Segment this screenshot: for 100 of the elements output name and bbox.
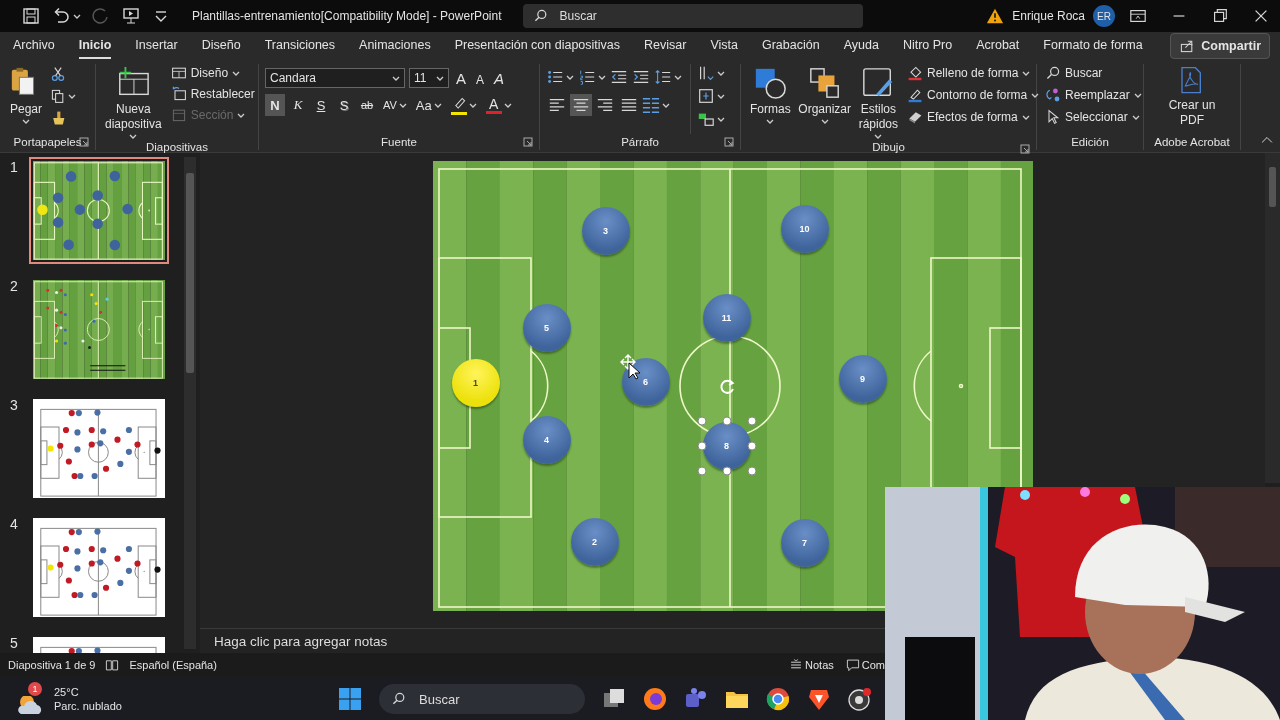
shield-icon[interactable] xyxy=(807,687,831,711)
align-text-button[interactable] xyxy=(697,87,725,105)
paste-button[interactable]: Pegar xyxy=(6,64,46,134)
shrink-font-button[interactable]: A xyxy=(473,69,488,87)
save-icon xyxy=(21,6,41,26)
font-size-field[interactable]: 11 xyxy=(409,68,449,88)
text-direction-button[interactable] xyxy=(697,64,725,82)
numbering-button[interactable] xyxy=(578,68,606,86)
dialog-launcher-icon[interactable] xyxy=(724,137,734,147)
browser-icon[interactable] xyxy=(766,687,790,711)
pen-icon xyxy=(907,87,924,103)
caret-icon xyxy=(717,93,725,99)
slide-number: 5 xyxy=(9,635,19,651)
group-label: Adobe Acrobat xyxy=(1154,136,1230,148)
format-button[interactable]: AV xyxy=(380,94,410,116)
format-button[interactable]: K xyxy=(288,94,308,116)
ribbon-tab[interactable]: Grabación xyxy=(761,33,820,59)
shape-format-button[interactable]: Contorno de forma xyxy=(905,86,1042,104)
format-button[interactable]: N xyxy=(265,94,285,116)
weather-condition[interactable]: Parc. nublado xyxy=(54,699,122,714)
caret-icon xyxy=(1021,114,1030,120)
scrollbar[interactable] xyxy=(184,157,196,649)
taskbar-search-box[interactable]: Buscar xyxy=(379,684,585,714)
slide-thumbnail[interactable] xyxy=(29,157,169,264)
center-icon xyxy=(572,96,590,114)
slide-menu-button[interactable]: Restablecer xyxy=(168,85,257,103)
font-name-field[interactable]: Candara xyxy=(265,68,405,88)
search-input[interactable]: Buscar xyxy=(557,8,864,24)
ribbon-tab[interactable]: Vista xyxy=(710,33,738,59)
recorder-icon[interactable] xyxy=(848,687,872,711)
user-name[interactable]: Enrique Roca xyxy=(1012,9,1085,23)
font-color-button[interactable]: A xyxy=(482,94,515,116)
selection-handles[interactable] xyxy=(696,416,757,476)
dialog-launcher-icon[interactable] xyxy=(79,137,89,147)
caret-icon xyxy=(1133,92,1142,98)
rotate-handle-icon[interactable] xyxy=(717,378,736,396)
bullets-button[interactable] xyxy=(546,68,574,86)
start-icon[interactable] xyxy=(338,687,362,711)
create-pdf-button[interactable]: Crear un PDF xyxy=(1152,64,1232,134)
new-slide-button[interactable]: Nueva diapositiva xyxy=(102,64,165,141)
align-button[interactable] xyxy=(570,94,592,116)
book-icon[interactable] xyxy=(105,658,120,672)
caret-icon xyxy=(717,70,725,76)
comments-button[interactable]: Com xyxy=(845,658,885,672)
ribbon-tab[interactable]: Revisar xyxy=(644,33,687,59)
indent-icon xyxy=(632,68,650,86)
search-input[interactable]: Buscar xyxy=(417,690,585,708)
line-spacing-button[interactable] xyxy=(654,68,682,86)
redo-icon xyxy=(91,6,111,26)
drawing-button[interactable]: Estilos rápidos xyxy=(855,64,902,141)
grow-font-button[interactable]: A xyxy=(453,69,469,87)
share-button[interactable]: Compartir xyxy=(1170,33,1270,59)
copy-button[interactable] xyxy=(50,88,76,104)
browser-icon[interactable] xyxy=(643,687,667,711)
columns-button[interactable] xyxy=(642,96,670,114)
ribbon-tab[interactable]: Archivo xyxy=(13,33,55,59)
editing-button[interactable]: Buscar xyxy=(1043,64,1144,82)
ribbon-tab[interactable]: Formato de forma xyxy=(1043,33,1143,59)
window-title: Plantillas-entrenamiento[Compatibility Mode] - PowerPoint xyxy=(192,9,502,23)
ribbon-tab[interactable]: Nitro Pro xyxy=(902,33,953,59)
caret-icon xyxy=(566,74,574,80)
copy-icon xyxy=(50,88,66,104)
slide-menu-button[interactable]: Diseño xyxy=(168,64,257,82)
caret-icon xyxy=(129,134,138,139)
shape-format-button[interactable]: Efectos de forma xyxy=(905,108,1042,126)
editing-button[interactable]: Reemplazar xyxy=(1043,86,1144,104)
increase-indent-button[interactable] xyxy=(632,68,650,86)
caret-icon xyxy=(68,93,76,99)
user-avatar[interactable]: ER xyxy=(1093,5,1115,27)
caret-icon xyxy=(662,102,670,108)
format-button[interactable]: S xyxy=(334,94,354,116)
dialog-launcher-icon[interactable] xyxy=(1020,144,1030,154)
dialog-launcher-icon[interactable] xyxy=(523,137,533,147)
search-box[interactable]: Buscar xyxy=(523,4,864,28)
ribbon-tab[interactable]: Diseño xyxy=(201,33,241,59)
maximize-icon[interactable] xyxy=(1211,7,1229,25)
ribbon-tab[interactable]: Presentación con diapositivas xyxy=(454,33,620,59)
clear-format-button[interactable]: A xyxy=(491,69,508,87)
decrease-indent-button[interactable] xyxy=(610,68,628,86)
format-button[interactable]: ab xyxy=(357,94,377,116)
notes-button[interactable]: Notas xyxy=(789,658,834,672)
drawing-button[interactable]: Organizar xyxy=(797,64,852,141)
scrollbar[interactable] xyxy=(1265,153,1280,483)
ribbon-tab[interactable]: Animaciones xyxy=(359,33,431,59)
editing-button[interactable]: Seleccionar xyxy=(1043,108,1144,126)
weather-icon[interactable] xyxy=(18,696,42,714)
ribbon-display-icon[interactable] xyxy=(1129,7,1147,25)
ribbon-tab[interactable]: Transiciones xyxy=(264,33,336,59)
drawing-button[interactable]: Formas xyxy=(747,64,794,141)
notes-field[interactable]: Haga clic para agregar notas xyxy=(212,632,516,650)
ribbon-tab[interactable]: Insertar xyxy=(135,33,178,59)
language-label[interactable]: Español (España) xyxy=(129,659,217,671)
right-icon xyxy=(596,96,614,114)
shape-format-button[interactable]: Relleno de forma xyxy=(905,64,1042,82)
format-button[interactable]: Aa xyxy=(412,94,445,116)
numbered-list-icon xyxy=(578,68,596,86)
ribbon-tab[interactable]: Ayuda xyxy=(843,33,879,59)
format-button[interactable]: S xyxy=(311,94,331,116)
ribbon-tab[interactable]: Acrobat xyxy=(976,33,1020,59)
temperature[interactable]: 25°C xyxy=(54,684,122,699)
